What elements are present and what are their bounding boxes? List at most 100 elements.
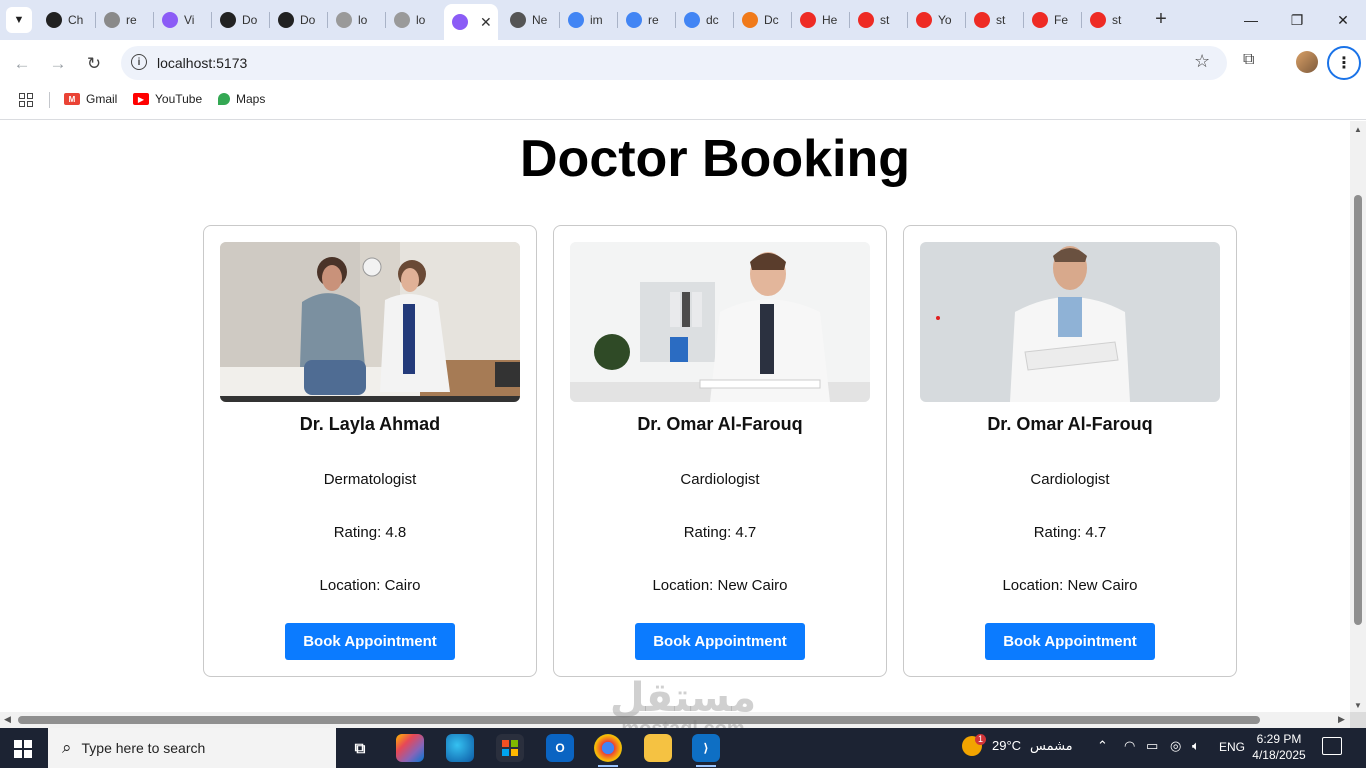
doctor-specialty: Cardiologist bbox=[680, 471, 760, 488]
outlook-icon[interactable]: O bbox=[546, 734, 574, 762]
tab-title: Yo bbox=[938, 13, 952, 27]
google-icon bbox=[626, 12, 642, 28]
browser-tab[interactable]: st bbox=[966, 6, 1024, 34]
kebab-menu-icon: ⋮ bbox=[1336, 55, 1352, 72]
tab-title: Fe bbox=[1054, 13, 1069, 27]
tab-strip: ▼ Ch re Vi Do Do lo lo ✕ Ne im re dc Dc He st Yo st Fe st … bbox=[0, 0, 1366, 40]
address-bar[interactable] bbox=[121, 46, 1227, 80]
scroll-up-icon[interactable]: ▲ bbox=[1354, 125, 1362, 134]
tab-title: im bbox=[590, 13, 603, 27]
horizontal-scrollbar[interactable]: ◀ ▶ bbox=[0, 712, 1350, 728]
minimize-button[interactable]: — bbox=[1228, 0, 1274, 40]
forward-button[interactable]: → bbox=[44, 50, 72, 78]
browser-tab[interactable]: Fe bbox=[1024, 6, 1082, 34]
shutterstock-icon bbox=[1032, 12, 1048, 28]
extensions-icon[interactable]: ⧉ bbox=[1243, 51, 1254, 69]
doctor-photo bbox=[570, 242, 870, 402]
arrow-right-icon: → bbox=[49, 54, 67, 73]
shutterstock-icon bbox=[800, 12, 816, 28]
meet-now-icon[interactable]: ◎ bbox=[1170, 738, 1181, 754]
site-info-icon[interactable]: i bbox=[131, 54, 147, 70]
browser-tab[interactable]: st bbox=[850, 6, 908, 34]
tab-title: Ch bbox=[68, 13, 84, 27]
scroll-left-icon[interactable]: ◀ bbox=[4, 714, 11, 725]
file-explorer-icon[interactable] bbox=[644, 734, 672, 762]
doctor-location: Location: New Cairo bbox=[652, 577, 788, 594]
clock-time: 6:29 PM bbox=[1256, 732, 1302, 746]
browser-tab[interactable]: Vi bbox=[154, 6, 212, 34]
plus-icon: + bbox=[1155, 7, 1167, 30]
browser-menu-button[interactable]: ⋮ bbox=[1327, 46, 1361, 80]
browser-tab[interactable]: im bbox=[560, 6, 618, 34]
scrollbar-corner bbox=[1350, 712, 1366, 728]
windows-start-icon[interactable] bbox=[14, 740, 32, 758]
vertical-scrollbar[interactable]: ▲ ▼ bbox=[1350, 121, 1366, 714]
taskbar-search-placeholder: Type here to search bbox=[81, 740, 206, 756]
reload-button[interactable]: ↻ bbox=[80, 50, 108, 78]
doctor-location: Location: New Cairo bbox=[1002, 577, 1138, 594]
volume-icon[interactable]: 🔈︎ bbox=[1192, 738, 1200, 754]
task-view-icon[interactable]: ⧉ bbox=[346, 734, 374, 762]
browser-tab[interactable]: He bbox=[792, 6, 850, 34]
back-button[interactable]: ← bbox=[8, 50, 36, 78]
notification-center-icon[interactable] bbox=[1322, 737, 1342, 755]
weather-description[interactable]: مشمس bbox=[1030, 738, 1073, 754]
restore-icon: ❐ bbox=[1290, 11, 1304, 28]
weather-temperature[interactable]: 29°C bbox=[992, 738, 1021, 753]
horizontal-scroll-thumb[interactable] bbox=[18, 716, 1260, 724]
taskbar-search-box[interactable]: ⌕ Type here to search bbox=[48, 728, 336, 768]
browser-tab[interactable]: Yo bbox=[908, 6, 966, 34]
microsoft-store-icon[interactable] bbox=[496, 734, 524, 762]
edge-icon[interactable] bbox=[446, 734, 474, 762]
vertical-scroll-thumb[interactable] bbox=[1354, 195, 1362, 625]
book-appointment-button[interactable]: Book Appointment bbox=[635, 623, 805, 660]
tab-title: Dc bbox=[764, 13, 779, 27]
scroll-right-icon[interactable]: ▶ bbox=[1338, 714, 1345, 725]
browser-tab[interactable]: re bbox=[96, 6, 154, 34]
system-clock[interactable]: 6:29 PM 4/18/2025 bbox=[1248, 731, 1310, 763]
browser-tab[interactable]: lo bbox=[386, 6, 444, 34]
input-language[interactable]: ENG bbox=[1219, 740, 1245, 754]
chevron-up-icon[interactable]: ⌃ bbox=[1097, 738, 1108, 754]
browser-tab[interactable]: dc bbox=[676, 6, 734, 34]
vscode-icon[interactable]: ⟩ bbox=[692, 734, 720, 767]
bookmark-youtube[interactable]: ▶ YouTube bbox=[133, 92, 202, 106]
doctor-card: Dr. Omar Al-Farouq Cardiologist Rating: … bbox=[903, 225, 1237, 677]
tab-search-button[interactable]: ▼ bbox=[6, 7, 32, 33]
chrome-icon[interactable] bbox=[594, 734, 622, 767]
new-tab-button[interactable]: + bbox=[1150, 8, 1172, 30]
url-text[interactable]: localhost:5173 bbox=[157, 55, 247, 71]
copilot-icon[interactable] bbox=[396, 734, 424, 762]
tab-title: Do bbox=[242, 13, 258, 27]
book-appointment-button[interactable]: Book Appointment bbox=[985, 623, 1155, 660]
browser-tab[interactable]: Ne bbox=[502, 6, 560, 34]
browser-tab[interactable]: Do bbox=[270, 6, 328, 34]
openai-icon bbox=[278, 12, 294, 28]
book-appointment-button[interactable]: Book Appointment bbox=[285, 623, 455, 660]
bookmark-maps[interactable]: Maps bbox=[218, 92, 265, 106]
browser-tab[interactable]: Dc bbox=[734, 6, 792, 34]
tab-title: lo bbox=[416, 13, 426, 27]
browser-tab[interactable]: ✕ bbox=[444, 4, 498, 40]
browser-tab[interactable]: lo bbox=[328, 6, 386, 34]
battery-icon[interactable]: ▭ bbox=[1146, 738, 1158, 754]
close-window-button[interactable]: ✕ bbox=[1320, 0, 1366, 40]
wifi-icon[interactable]: ◠ bbox=[1124, 738, 1135, 754]
browser-tab[interactable]: re bbox=[618, 6, 676, 34]
browser-tab[interactable]: Do bbox=[212, 6, 270, 34]
google-icon bbox=[568, 12, 584, 28]
apps-grid-icon[interactable] bbox=[19, 93, 33, 107]
bookmark-star-icon[interactable]: ☆ bbox=[1194, 51, 1210, 72]
bookmark-gmail[interactable]: M Gmail bbox=[64, 92, 117, 106]
weather-badge: 1 bbox=[975, 734, 986, 745]
tab-title: re bbox=[126, 13, 137, 27]
globe-icon bbox=[510, 12, 526, 28]
profile-avatar[interactable] bbox=[1296, 51, 1318, 73]
browser-tab[interactable]: st bbox=[1082, 6, 1140, 34]
scroll-down-icon[interactable]: ▼ bbox=[1354, 701, 1362, 710]
doctor-name: Dr. Layla Ahmad bbox=[299, 414, 441, 434]
browser-tab[interactable]: Ch bbox=[38, 6, 96, 34]
restore-button[interactable]: ❐ bbox=[1274, 0, 1320, 40]
doctor-name: Dr. Omar Al-Farouq bbox=[987, 414, 1153, 434]
close-tab-icon[interactable]: ✕ bbox=[480, 14, 492, 31]
